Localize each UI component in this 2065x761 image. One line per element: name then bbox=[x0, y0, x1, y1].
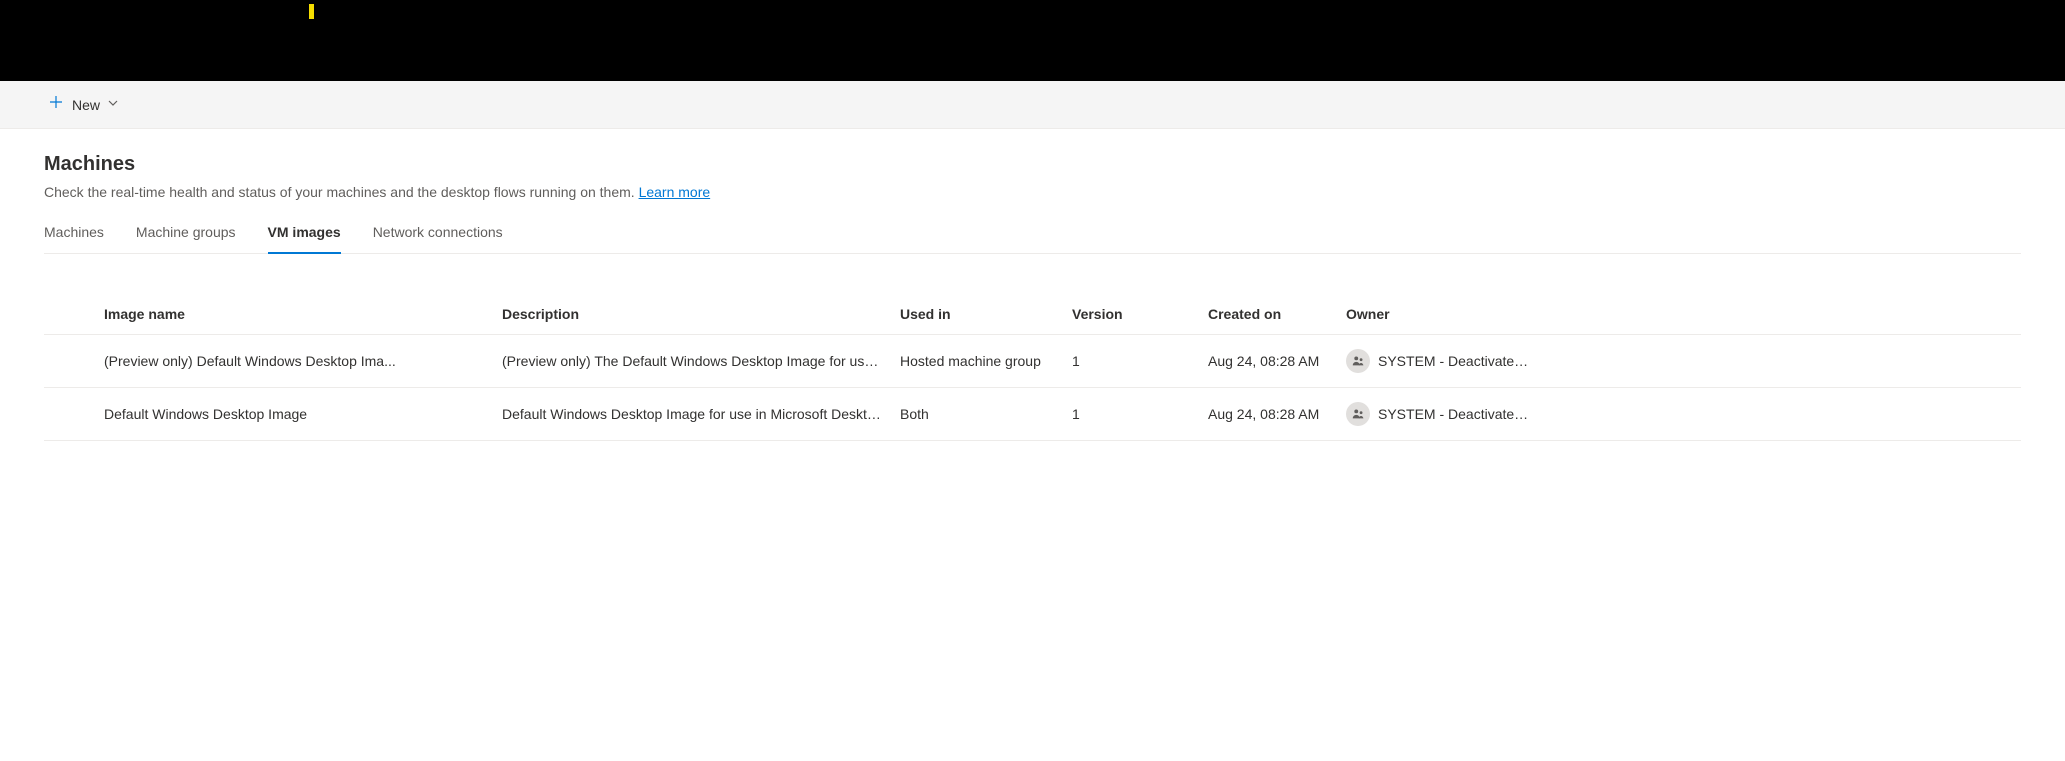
header-version[interactable]: Version bbox=[1072, 306, 1208, 322]
page-subtitle: Check the real-time health and status of… bbox=[44, 184, 2021, 200]
owner-avatar-icon bbox=[1346, 402, 1370, 426]
new-button[interactable]: New bbox=[40, 88, 126, 121]
owner-avatar-icon bbox=[1346, 349, 1370, 373]
cell-version: 1 bbox=[1072, 406, 1208, 422]
chevron-down-icon bbox=[108, 98, 118, 111]
table-header: Image name Description Used in Version C… bbox=[44, 294, 2021, 335]
header-spacer bbox=[44, 306, 104, 322]
cell-used-in: Hosted machine group bbox=[900, 353, 1072, 369]
owner-text: SYSTEM - Deactivated... bbox=[1378, 353, 1530, 369]
table-row[interactable]: (Preview only) Default Windows Desktop I… bbox=[44, 335, 2021, 388]
yellow-marker bbox=[309, 4, 314, 19]
cell-created-on: Aug 24, 08:28 AM bbox=[1208, 406, 1346, 422]
plus-icon bbox=[48, 94, 64, 115]
cell-used-in: Both bbox=[900, 406, 1072, 422]
tabs: Machines Machine groups VM images Networ… bbox=[44, 224, 2021, 254]
cell-version: 1 bbox=[1072, 353, 1208, 369]
new-button-label: New bbox=[72, 97, 100, 113]
tab-vm-images[interactable]: VM images bbox=[268, 224, 341, 254]
header-owner[interactable]: Owner bbox=[1346, 306, 1546, 322]
header-description[interactable]: Description bbox=[502, 306, 900, 322]
cell-owner: SYSTEM - Deactivated... bbox=[1346, 402, 1546, 426]
page-content: Machines Check the real-time health and … bbox=[0, 129, 2065, 465]
tab-machines[interactable]: Machines bbox=[44, 224, 104, 254]
cell-created-on: Aug 24, 08:28 AM bbox=[1208, 353, 1346, 369]
page-subtitle-text: Check the real-time health and status of… bbox=[44, 184, 635, 200]
top-app-bar bbox=[0, 0, 2065, 81]
tab-machine-groups[interactable]: Machine groups bbox=[136, 224, 236, 254]
cell-owner: SYSTEM - Deactivated... bbox=[1346, 349, 1546, 373]
command-bar: New bbox=[0, 81, 2065, 129]
cell-description: (Preview only) The Default Windows Deskt… bbox=[502, 353, 900, 369]
cell-image-name: (Preview only) Default Windows Desktop I… bbox=[104, 353, 502, 369]
table-row[interactable]: Default Windows Desktop Image Default Wi… bbox=[44, 388, 2021, 441]
learn-more-link[interactable]: Learn more bbox=[639, 184, 711, 200]
header-image-name[interactable]: Image name bbox=[104, 306, 502, 322]
vm-images-table: Image name Description Used in Version C… bbox=[44, 294, 2021, 441]
tab-network-connections[interactable]: Network connections bbox=[373, 224, 503, 254]
cell-image-name: Default Windows Desktop Image bbox=[104, 406, 502, 422]
header-created-on[interactable]: Created on bbox=[1208, 306, 1346, 322]
header-used-in[interactable]: Used in bbox=[900, 306, 1072, 322]
owner-text: SYSTEM - Deactivated... bbox=[1378, 406, 1530, 422]
cell-description: Default Windows Desktop Image for use in… bbox=[502, 406, 900, 422]
page-title: Machines bbox=[44, 153, 2021, 176]
